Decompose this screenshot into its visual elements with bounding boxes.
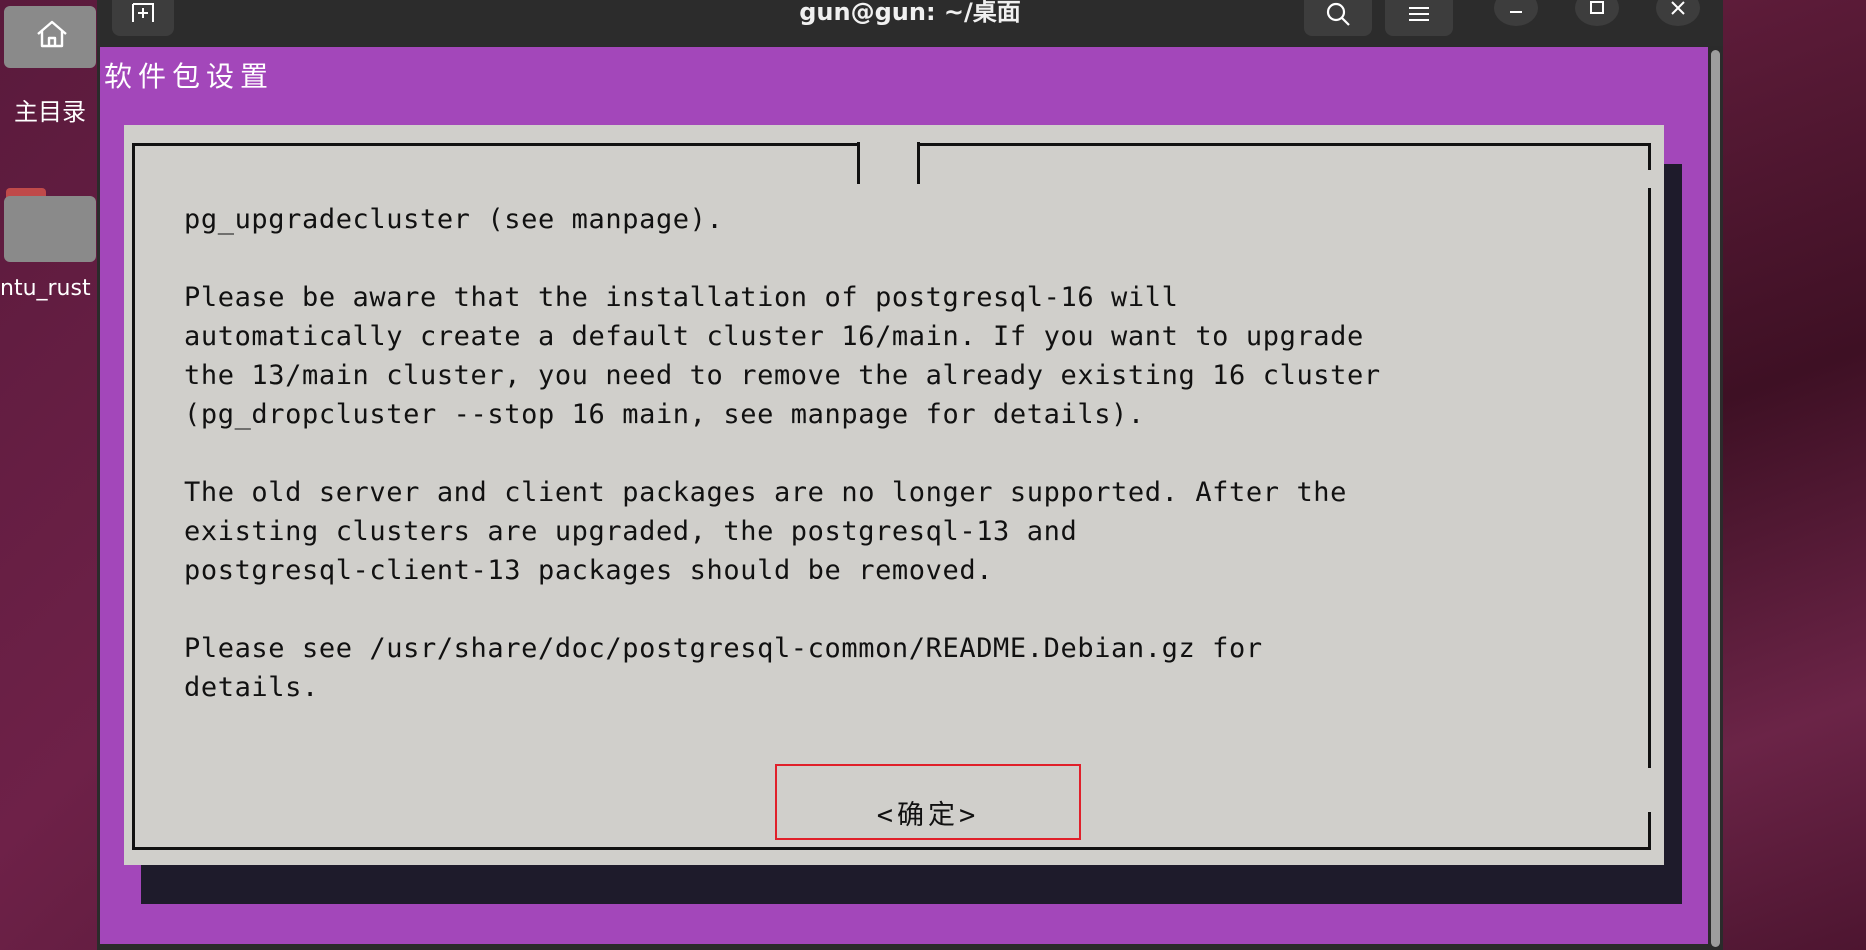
close-icon — [1671, 1, 1685, 15]
maximize-icon — [1590, 1, 1604, 14]
dialog-text-line: Please see /usr/share/doc/postgresql-com… — [184, 633, 1263, 664]
ok-button[interactable]: <确定> — [777, 766, 1079, 838]
dialog-text-line: The old server and client packages are n… — [184, 477, 1348, 508]
ok-button-highlight[interactable]: <确定> — [775, 764, 1081, 840]
terminal-content[interactable]: 软件包设置 pg_upgradecluster (see manpage). P… — [100, 47, 1708, 944]
frame-scroll-gap-top — [1642, 170, 1654, 188]
window-title: gun@gun: ~/桌面 — [799, 0, 1021, 26]
dialog-text-line: (pg_dropcluster --stop 16 main, see manp… — [184, 399, 1145, 430]
frame-title-tick-right — [917, 142, 920, 184]
desktop-background — [1720, 0, 1866, 950]
dialog-text-line: automatically create a default cluster 1… — [184, 321, 1364, 352]
dialog-text-line: details. — [184, 672, 319, 703]
rust-folder-label: ntu_rust — [0, 276, 91, 301]
menu-button[interactable] — [1385, 0, 1453, 36]
minimize-icon — [1510, 11, 1522, 13]
terminal-window[interactable]: gun@gun: ~/桌面 软件包设置 pg_upgradecluster (s… — [97, 0, 1723, 950]
package-config-title: 软件包设置 — [104, 60, 275, 93]
search-button[interactable] — [1304, 0, 1372, 36]
dialog-text-line: the 13/main cluster, you need to remove … — [184, 360, 1381, 391]
terminal-scrollbar[interactable] — [1708, 47, 1723, 950]
home-folder-icon — [4, 6, 96, 68]
dialog-text-line: Please be aware that the installation of… — [184, 282, 1179, 313]
folder-icon — [4, 196, 96, 262]
dialog-text-line: postgresql-client-13 packages should be … — [184, 555, 994, 586]
package-config-dialog: pg_upgradecluster (see manpage). Please … — [124, 125, 1664, 865]
frame-scroll-gap-bottom — [1642, 768, 1654, 812]
home-folder-label: 主目录 — [14, 98, 86, 126]
frame-title-tick-left — [857, 142, 860, 184]
dialog-text-line: pg_upgradecluster (see manpage). — [184, 204, 724, 235]
hamburger-menu-icon — [1409, 7, 1429, 21]
frame-title-gap — [860, 140, 920, 152]
window-titlebar[interactable]: gun@gun: ~/桌面 — [97, 0, 1723, 46]
dialog-text-line: existing clusters are upgraded, the post… — [184, 516, 1078, 547]
scrollbar-thumb[interactable] — [1711, 50, 1720, 947]
search-icon — [1326, 2, 1350, 26]
